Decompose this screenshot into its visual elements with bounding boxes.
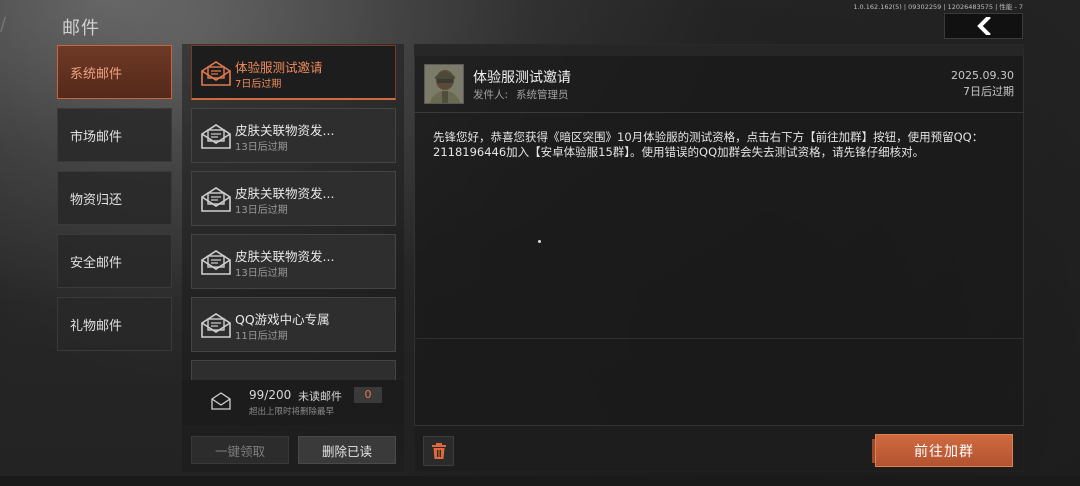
join-group-button[interactable]: 前往加群 xyxy=(872,434,1013,467)
mail-body: 先锋您好，恭喜您获得《暗区突围》10月体验服的测试资格，点击右下方【前往加群】按… xyxy=(433,130,984,159)
mail-open-icon xyxy=(201,187,231,212)
delete-read-button[interactable]: 删除已读 xyxy=(298,436,396,464)
delete-mail-button[interactable] xyxy=(423,436,454,466)
mail-open-icon xyxy=(201,313,231,338)
mail-expiry: 13日后过期 xyxy=(235,268,288,279)
mail-item[interactable]: 皮肤关联物资发... 13日后过期 xyxy=(191,108,396,163)
mail-item[interactable]: 皮肤关联物资发... 13日后过期 xyxy=(191,234,396,289)
trash-icon xyxy=(431,443,446,459)
category-gift-mail[interactable]: 礼物邮件 xyxy=(57,297,172,351)
mail-date: 2025.09.30 xyxy=(951,69,1014,82)
unread-count: 0 xyxy=(354,387,382,403)
mail-open-icon xyxy=(201,250,231,275)
mail-title: 皮肤关联物资发... xyxy=(235,249,335,264)
page-title: 邮件 xyxy=(62,18,100,39)
mail-item[interactable]: 皮肤关联物资发... 13日后过期 xyxy=(191,171,396,226)
limit-note: 超出上限时将删除最早 xyxy=(249,407,335,417)
category-label: 市场邮件 xyxy=(70,129,123,145)
category-label: 礼物邮件 xyxy=(70,318,123,334)
mail-title: 皮肤关联物资发... xyxy=(235,186,335,201)
mail-open-icon xyxy=(201,124,231,149)
category-label: 系统邮件 xyxy=(70,66,123,82)
mail-expiry: 7日后过期 xyxy=(235,79,282,90)
claim-all-button[interactable]: 一键领取 xyxy=(191,436,289,464)
sender-label: 发件人: xyxy=(473,89,509,101)
mail-title: QQ游戏中心专属 xyxy=(235,312,330,327)
mail-title: 体验服测试邀请 xyxy=(235,60,323,75)
detail-header-strip xyxy=(414,44,1024,56)
sender-avatar xyxy=(424,64,464,104)
chevron-left-icon xyxy=(976,17,991,35)
mail-item[interactable]: 体验服测试邀请 7日后过期 xyxy=(191,45,396,100)
mail-expiry: 13日后过期 xyxy=(235,205,288,216)
cursor-dot xyxy=(538,240,541,243)
mailbox-counter: 99/200 未读邮件 0 超出上限时将删除最早 xyxy=(182,380,404,425)
mail-expiry: 13日后过期 xyxy=(235,142,288,153)
version-info: 1.0.162.162(5) | 09302259 | 12026483575 … xyxy=(853,3,1023,11)
mail-item[interactable]: QQ游戏中心专属 11日后过期 xyxy=(191,297,396,352)
mail-detail-title: 体验服测试邀请 xyxy=(473,70,571,86)
bottom-strip xyxy=(0,476,1080,486)
mail-open-icon xyxy=(201,61,231,86)
mail-detail-panel xyxy=(414,44,1024,472)
category-security-mail[interactable]: 安全邮件 xyxy=(57,234,172,288)
category-label: 安全邮件 xyxy=(70,255,123,271)
category-label: 物资归还 xyxy=(70,192,123,208)
unread-label: 未读邮件 xyxy=(298,390,342,403)
category-supply-return[interactable]: 物资归还 xyxy=(57,171,172,225)
mail-title: 皮肤关联物资发... xyxy=(235,123,335,138)
category-system-mail[interactable]: 系统邮件 xyxy=(57,45,172,99)
back-button[interactable] xyxy=(944,13,1023,39)
mail-expiry: 11日后过期 xyxy=(235,331,288,342)
sender-name: 系统管理员 xyxy=(516,89,569,101)
soldier-portrait-icon xyxy=(425,65,463,103)
mail-expiry-detail: 7日后过期 xyxy=(963,85,1014,98)
attachment-divider xyxy=(414,338,1024,339)
category-market-mail[interactable]: 市场邮件 xyxy=(57,108,172,162)
mail-item-partial[interactable] xyxy=(191,360,396,382)
mail-count: 99/200 xyxy=(249,388,292,402)
detail-divider xyxy=(414,112,1024,113)
mail-icon xyxy=(211,392,231,410)
title-divider: / xyxy=(0,14,7,35)
